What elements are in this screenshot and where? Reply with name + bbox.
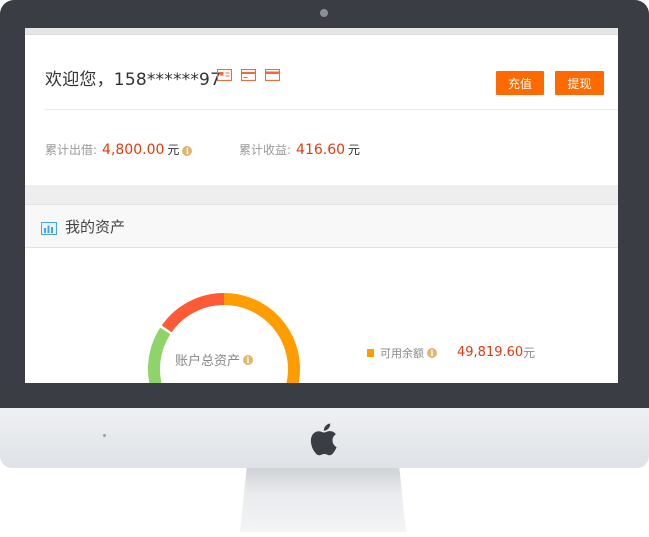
donut-center-label: 账户总资产 i <box>175 350 254 369</box>
ring-segment-green <box>148 327 171 383</box>
total-assets-label: 账户总资产 <box>175 354 241 369</box>
info-icon[interactable]: i <box>427 347 437 358</box>
camera-icon <box>320 9 328 17</box>
legend-available-balance: 可用余额 i 49,819.60 元 <box>367 344 535 361</box>
legend-value: 49,819.60 <box>457 345 524 360</box>
ring-segment-red <box>161 293 225 333</box>
sensor-dot <box>103 434 106 437</box>
monitor-stand <box>240 468 406 532</box>
info-icon[interactable]: i <box>243 354 254 365</box>
apple-logo-icon <box>310 423 337 456</box>
assets-chart-area: 账户总资产 i 可用余额 i 49,819.60 元 <box>25 28 618 383</box>
monitor-chin <box>0 408 649 468</box>
legend-swatch <box>367 348 374 357</box>
legend-label: 可用余额 <box>380 346 424 360</box>
legend-unit: 元 <box>523 346 536 360</box>
ring-segment-orange <box>223 293 300 383</box>
